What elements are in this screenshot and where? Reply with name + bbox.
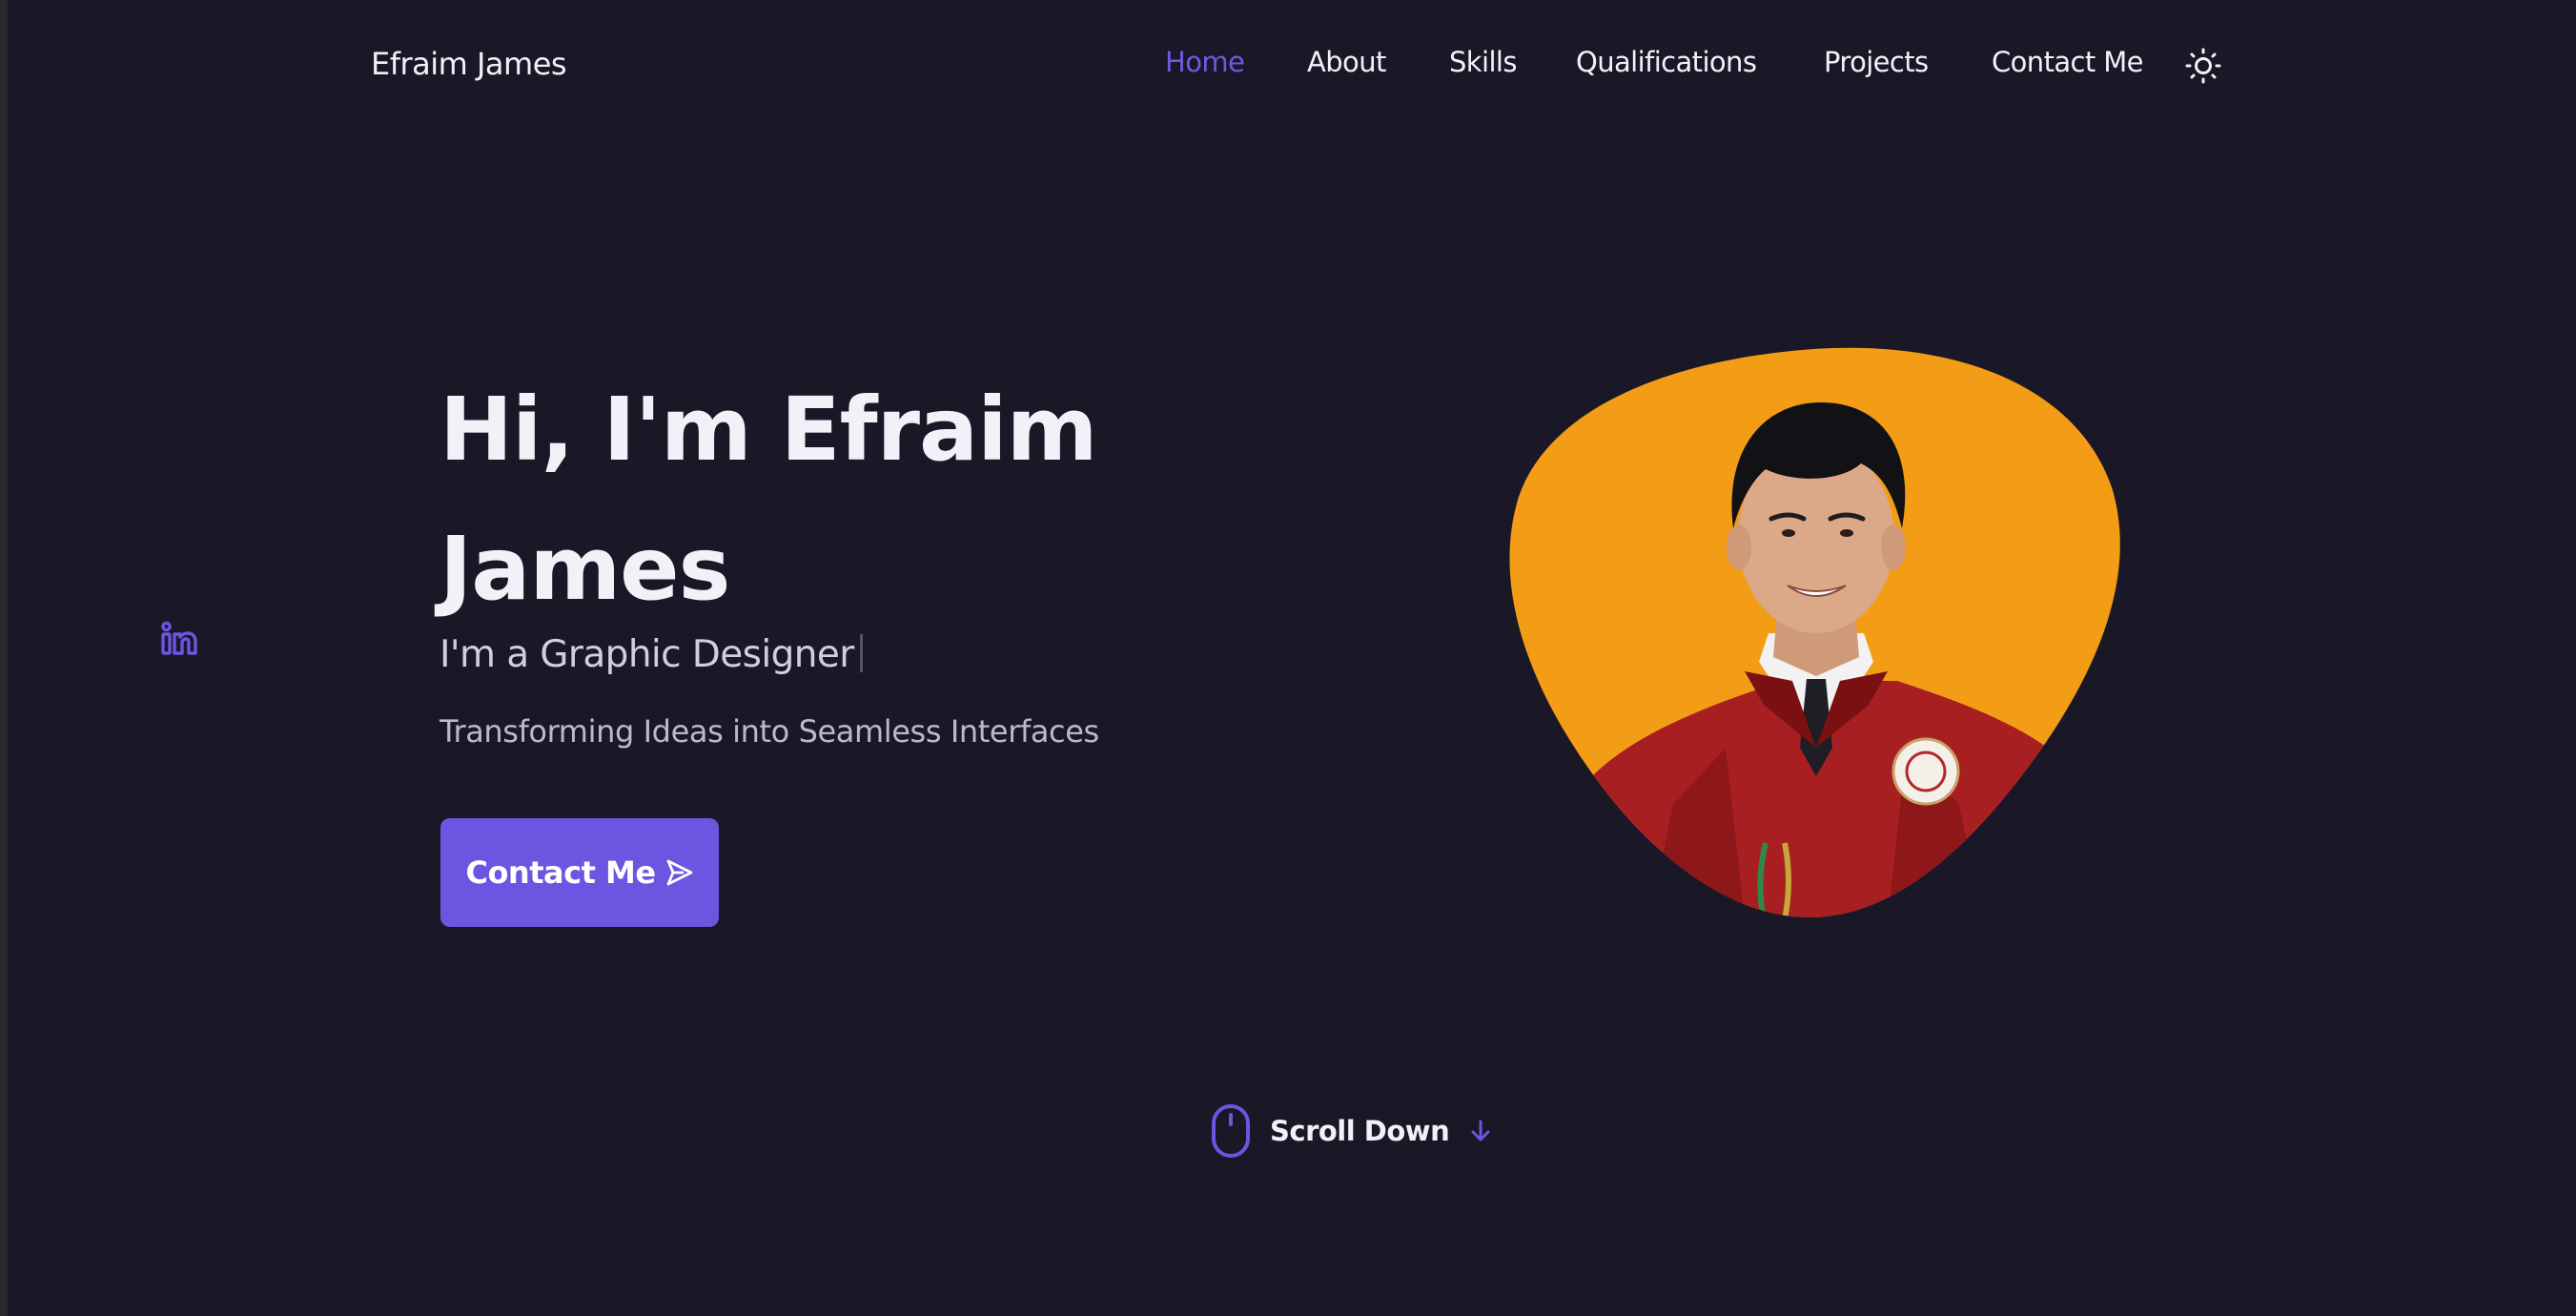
linkedin-icon — [161, 621, 197, 655]
page: Efraim James Home About Skills Qualifica… — [8, 0, 2576, 1316]
typing-caret — [859, 634, 863, 672]
nav-skills[interactable]: Skills — [1449, 46, 1517, 78]
scroll-down-label: Scroll Down — [1270, 1115, 1450, 1147]
sun-icon — [2185, 48, 2221, 84]
arrow-down-icon — [1471, 1120, 1490, 1141]
hero-title-line2: James — [440, 518, 730, 620]
contact-me-button[interactable]: Contact Me — [440, 818, 719, 927]
site-logo[interactable]: Efraim James — [371, 46, 567, 82]
send-icon — [666, 859, 692, 886]
hero-subtitle: I'm a Graphic Designer — [440, 633, 863, 676]
hero-title-line1: Hi, I'm Efraim — [440, 379, 1098, 481]
nav-contact-me[interactable]: Contact Me — [1992, 46, 2144, 78]
nav-home[interactable]: Home — [1165, 46, 1245, 78]
portrait-photo — [1509, 347, 2120, 917]
typed-role-text: I'm a Graphic Designer — [440, 633, 854, 676]
contact-button-label: Contact Me — [465, 854, 656, 891]
hero-title: Hi, I'm Efraim James — [440, 360, 1183, 639]
nav-qualifications[interactable]: Qualifications — [1576, 46, 1757, 78]
nav-about[interactable]: About — [1307, 46, 1386, 78]
scroll-down-link[interactable]: Scroll Down — [1211, 1102, 1491, 1160]
hero-description: Transforming Ideas into Seamless Interfa… — [440, 713, 1099, 750]
linkedin-link[interactable] — [160, 620, 200, 660]
mouse-icon — [1212, 1104, 1250, 1158]
theme-toggle-button[interactable] — [2185, 48, 2221, 84]
nav-projects[interactable]: Projects — [1824, 46, 1929, 78]
